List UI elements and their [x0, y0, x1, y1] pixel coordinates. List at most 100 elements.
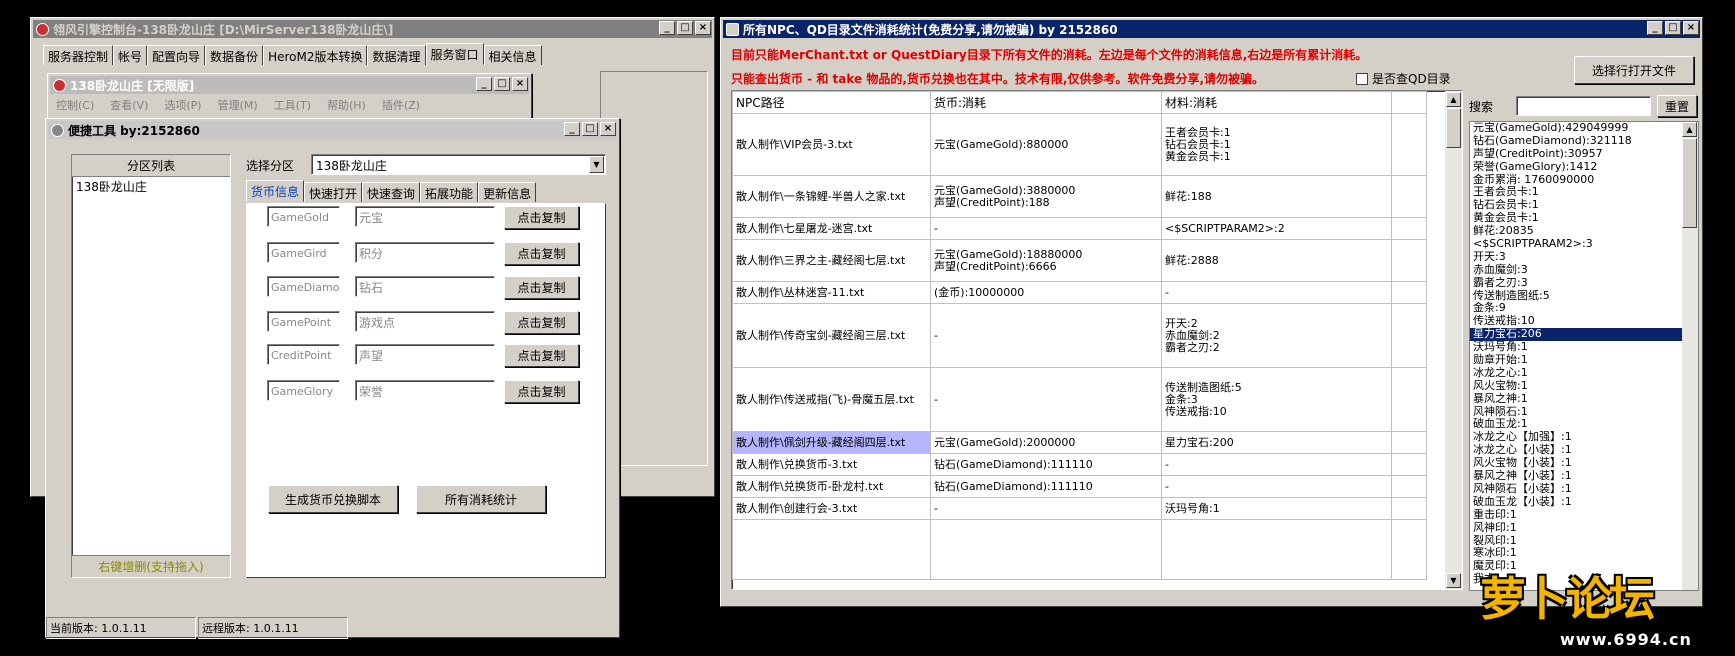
cell-material[interactable]: 沃玛号角:1	[1161, 497, 1392, 520]
scroll-up-icon[interactable]: ▲	[1446, 92, 1461, 107]
currency-key-field[interactable]: GameGold	[267, 206, 340, 227]
tab-quick-query[interactable]: 快速查询	[362, 182, 421, 202]
all-stats-button[interactable]: 所有消耗统计	[416, 485, 546, 513]
cell-material[interactable]: <$SCRIPTPARAM2>:2	[1161, 217, 1392, 240]
copy-button[interactable]: 点击复制	[504, 242, 579, 265]
list-item[interactable]: 霸者之刃:3	[1473, 276, 1698, 290]
close-icon[interactable]: ×	[1683, 21, 1699, 35]
copy-button[interactable]: 点击复制	[504, 311, 579, 334]
table-row[interactable]: 散人制作\传送戒指(飞)-骨魔五层.txt - 传送制造图纸:5 金条:3 传送戒指…	[732, 367, 1427, 432]
menu-tools[interactable]: 工具(T)	[274, 97, 311, 113]
scroll-up-icon[interactable]: ▲	[1682, 122, 1697, 137]
cell-currency[interactable]: 元宝(GameGold):880000	[930, 113, 1162, 176]
currency-name-field[interactable]: 声望	[355, 344, 495, 365]
copy-button[interactable]: 点击复制	[504, 344, 579, 367]
close-icon[interactable]: ×	[512, 77, 528, 91]
cell-material[interactable]: -	[1161, 475, 1392, 498]
cell-npc-path[interactable]: 散人制作\创建行会-3.txt	[732, 497, 931, 520]
list-item[interactable]: 开天:3	[1473, 250, 1698, 264]
cell-currency[interactable]: 元宝(GameGold):2000000	[930, 431, 1162, 454]
currency-name-field[interactable]: 钻石	[355, 276, 495, 297]
list-item[interactable]: 赤血魔剑:3	[1473, 263, 1698, 277]
list-item[interactable]: 钻石(GameDiamond):321118	[1473, 134, 1698, 148]
tab-herom2-convert[interactable]: HeroM2版本转换	[263, 45, 368, 65]
tab-related-info[interactable]: 相关信息	[483, 45, 542, 65]
tab-currency-info[interactable]: 货币信息	[246, 180, 305, 202]
list-item[interactable]: 重击印:1	[1473, 508, 1698, 522]
cell-currency[interactable]: -	[930, 367, 1162, 432]
checkbox-icon[interactable]	[1356, 72, 1368, 85]
zone-select[interactable]: 138卧龙山庄 ▼	[311, 154, 606, 175]
tab-config-wizard[interactable]: 配置向导	[147, 45, 206, 65]
cell-currency[interactable]: 钻石(GameDiamond):111110	[930, 475, 1162, 498]
cell-npc-path[interactable]: 散人制作\佩剑升级-藏经阁四层.txt	[732, 431, 931, 454]
cell-material[interactable]: -	[1161, 281, 1392, 304]
menu-options[interactable]: 选项(P)	[164, 97, 201, 113]
cell-material[interactable]: 鲜花:188	[1161, 175, 1392, 218]
cell-npc-path[interactable]: 散人制作\兑换货币-3.txt	[732, 453, 931, 476]
cell-material[interactable]: 传送制造图纸:5 金条:3 传送戒指:10	[1161, 367, 1392, 432]
reset-button[interactable]: 重置	[1657, 95, 1697, 117]
zone-list-item[interactable]: 138卧龙山庄	[72, 177, 230, 196]
scroll-thumb[interactable]	[1446, 108, 1461, 148]
minimize-icon[interactable]: _	[659, 21, 675, 35]
chevron-down-icon[interactable]: ▼	[589, 156, 604, 173]
cell-npc-path[interactable]: 散人制作\兑换货币-卧龙村.txt	[732, 475, 931, 498]
open-file-button[interactable]: 选择行打开文件	[1574, 56, 1694, 84]
menu-view[interactable]: 查看(V)	[110, 97, 148, 113]
table-row[interactable]: 散人制作\传奇宝剑-藏经阁三层.txt - 开天:2 赤血魔剑:2 霸者之刃:2	[732, 303, 1427, 368]
copy-button[interactable]: 点击复制	[504, 206, 579, 229]
maximize-icon[interactable]: □	[582, 122, 598, 136]
tool-title-bar[interactable]: 便捷工具 by:2152860	[48, 121, 617, 139]
table-row[interactable]: 散人制作\丛林迷宫-11.txt (金币):10000000-	[732, 281, 1427, 304]
maximize-icon[interactable]: □	[677, 21, 693, 35]
tab-service-window[interactable]: 服务窗口	[425, 43, 484, 65]
list-item[interactable]: 风火宝物:1	[1473, 379, 1698, 393]
qd-checkbox[interactable]: 是否查QD目录	[1356, 70, 1451, 87]
cell-npc-path[interactable]: 散人制作\一条锦鲤-半兽人之家.txt	[732, 175, 931, 218]
list-item[interactable]: 勋章开始:1	[1473, 353, 1698, 367]
tab-server-control[interactable]: 服务器控制	[43, 45, 114, 65]
list-item[interactable]: 暴风之神:1	[1473, 392, 1698, 406]
cell-currency[interactable]: -	[930, 217, 1162, 240]
list-item[interactable]: 传送制造图纸:5	[1473, 289, 1698, 303]
tab-data-clean[interactable]: 数据清理	[367, 45, 426, 65]
tab-account[interactable]: 帐号	[113, 45, 148, 65]
col-npc-path[interactable]: NPC路径	[732, 91, 931, 114]
list-item[interactable]: 声望(CreditPoint):30957	[1473, 147, 1698, 161]
zone-list[interactable]: 分区列表 138卧龙山庄 右键增删(支持拖入)	[71, 154, 231, 578]
table-row[interactable]: 散人制作\七星屠龙-迷宫.txt - <$SCRIPTPARAM2>:2	[732, 217, 1427, 240]
maximize-icon[interactable]: □	[494, 77, 510, 91]
menu-control[interactable]: 控制(C)	[56, 97, 94, 113]
tab-update-info[interactable]: 更新信息	[478, 182, 537, 202]
cell-npc-path[interactable]: 散人制作\七星屠龙-迷宫.txt	[732, 217, 931, 240]
minimize-icon[interactable]: _	[476, 77, 492, 91]
close-icon[interactable]: ×	[600, 122, 616, 136]
table-row[interactable]: 散人制作\兑换货币-3.txt 钻石(GameDiamond):111110-	[732, 453, 1427, 476]
table-row[interactable]: 散人制作\三界之主-藏经阁七层.txt 元宝(GameGold):18880000…	[732, 239, 1427, 282]
cell-material[interactable]: 王者会员卡:1 钻石会员卡:1 黄金会员卡:1	[1161, 113, 1392, 176]
currency-name-field[interactable]: 游戏点	[355, 311, 495, 332]
menu-plugins[interactable]: 插件(Z)	[382, 97, 420, 113]
cell-currency[interactable]: -	[930, 303, 1162, 368]
close-icon[interactable]: ×	[695, 21, 711, 35]
generate-script-button[interactable]: 生成货币兑换脚本	[268, 485, 398, 513]
currency-key-field[interactable]: GameGird	[267, 242, 340, 263]
cell-npc-path[interactable]: 散人制作\丛林迷宫-11.txt	[732, 281, 931, 304]
currency-key-field[interactable]: GameGlory	[267, 380, 340, 401]
scroll-down-icon[interactable]: ▼	[1446, 573, 1461, 588]
copy-button[interactable]: 点击复制	[504, 276, 579, 299]
list-item[interactable]: 元宝(GameGold):429049999	[1473, 122, 1698, 135]
maximize-icon[interactable]: □	[1665, 21, 1681, 35]
list-item[interactable]: 荣誉(GameGlory):1412	[1473, 160, 1698, 174]
table-row[interactable]: 散人制作\创建行会-3.txt - 沃玛号角:1	[732, 497, 1427, 520]
cell-material[interactable]: -	[1161, 453, 1392, 476]
table-scrollbar[interactable]: ▲ ▼	[1445, 91, 1462, 589]
cell-currency[interactable]: (金币):10000000	[930, 281, 1162, 304]
currency-key-field[interactable]: CreditPoint	[267, 344, 340, 365]
stats-title-bar[interactable]: 所有NPC、QD目录文件消耗统计(免费分享,请勿被骗) by 2152860	[723, 20, 1700, 38]
list-item[interactable]: 风神陨石【小装】:1	[1473, 482, 1698, 496]
cell-currency[interactable]: 钻石(GameDiamond):111110	[930, 453, 1162, 476]
cell-material[interactable]: 星力宝石:200	[1161, 431, 1392, 454]
main-title-bar[interactable]: 翎风引擎控制台-138卧龙山庄 [D:\MirServer138卧龙山庄\]	[33, 20, 712, 38]
